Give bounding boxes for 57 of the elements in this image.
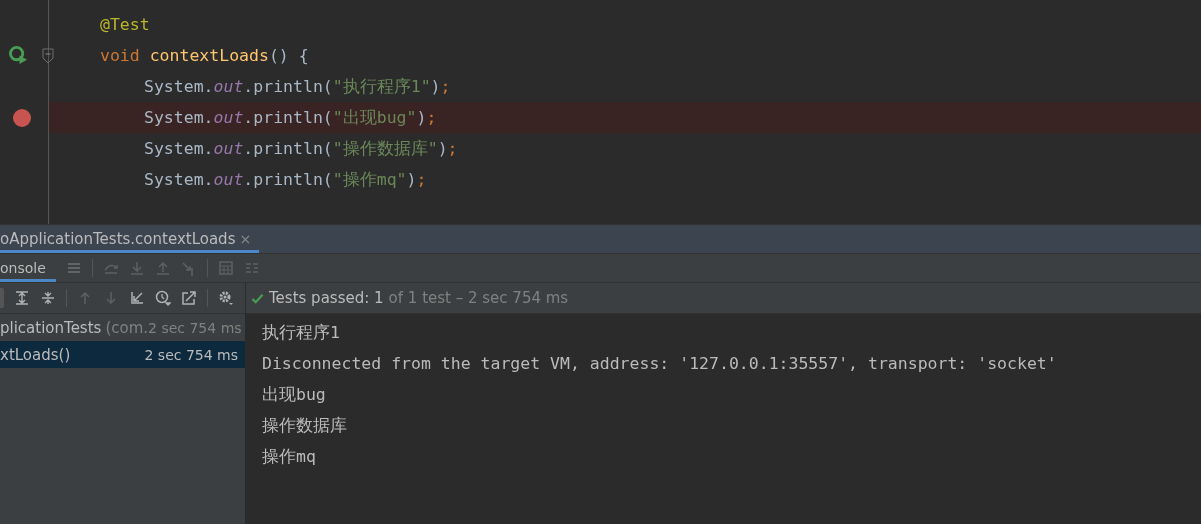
test-name: xtLoads() bbox=[0, 345, 71, 364]
annotation-text: @Test bbox=[100, 15, 150, 34]
test-name: plicationTests bbox=[0, 318, 102, 337]
check-icon bbox=[251, 292, 264, 304]
string-literal: "操作mq" bbox=[332, 169, 407, 189]
string-literal: "操作数据库" bbox=[332, 138, 438, 158]
code-text: .println( bbox=[243, 76, 333, 96]
test-tree-item[interactable]: xtLoads() 2 sec 754 ms bbox=[0, 341, 245, 368]
keyword-text: void bbox=[100, 46, 141, 65]
code-text: System. bbox=[144, 138, 214, 158]
code-text: .println( bbox=[243, 107, 333, 127]
code-text: System. bbox=[144, 169, 214, 189]
fold-icon[interactable] bbox=[42, 47, 54, 64]
settings-icon[interactable] bbox=[218, 290, 234, 306]
expand-all-icon[interactable] bbox=[14, 290, 30, 306]
field-name: out bbox=[213, 107, 244, 127]
method-name: contextLoads bbox=[149, 46, 269, 65]
console-line: Disconnected from the target VM, address: '127.0.0.1:35557', transport: 'socket' bbox=[262, 353, 1058, 375]
test-tree-item[interactable]: plicationTests (com.2 sec 754 ms bbox=[0, 314, 245, 341]
code-text: .println( bbox=[243, 138, 333, 158]
package-name: (com. bbox=[105, 318, 149, 337]
step-into-icon[interactable] bbox=[128, 260, 145, 276]
semicolon: ; bbox=[426, 107, 437, 127]
code-text: System. bbox=[144, 76, 214, 96]
test-duration: 2 sec 754 ms bbox=[144, 346, 238, 363]
code-text: System. bbox=[144, 107, 214, 127]
code-text: () { bbox=[268, 46, 309, 65]
console-line: 操作数据库 bbox=[262, 415, 348, 437]
code-text: ) bbox=[416, 107, 427, 127]
code-text: ) bbox=[430, 76, 441, 96]
field-name: out bbox=[213, 138, 244, 158]
string-literal: "出现bug" bbox=[332, 107, 417, 127]
field-name: out bbox=[213, 76, 244, 96]
console-line: 出现bug bbox=[262, 384, 327, 406]
code-text: ) bbox=[437, 138, 448, 158]
export-icon[interactable] bbox=[181, 290, 197, 306]
console-line: 操作mq bbox=[262, 446, 317, 468]
run-test-icon[interactable] bbox=[8, 46, 28, 65]
string-literal: "执行程序1" bbox=[332, 76, 431, 96]
step-out-icon[interactable] bbox=[154, 260, 171, 276]
status-detail: of 1 test – 2 sec 754 ms bbox=[388, 289, 569, 307]
semicolon: ; bbox=[440, 76, 451, 96]
collapse-all-icon[interactable] bbox=[40, 290, 56, 306]
history-icon[interactable] bbox=[155, 290, 171, 306]
code-text: .println( bbox=[243, 169, 333, 189]
import-icon[interactable] bbox=[129, 290, 145, 306]
test-duration: 2 sec 754 ms bbox=[148, 319, 242, 336]
semicolon: ; bbox=[447, 138, 458, 158]
status-text: Tests passed: 1 bbox=[269, 289, 384, 307]
field-name: out bbox=[213, 169, 244, 189]
console-line: 执行程序1 bbox=[262, 322, 341, 344]
console-tab[interactable]: onsole bbox=[0, 254, 56, 282]
breakpoint-icon[interactable] bbox=[13, 108, 31, 127]
menu-icon[interactable] bbox=[65, 260, 82, 276]
semicolon: ; bbox=[416, 169, 427, 189]
code-text: ) bbox=[406, 169, 417, 189]
down-arrow-icon[interactable] bbox=[103, 290, 119, 306]
